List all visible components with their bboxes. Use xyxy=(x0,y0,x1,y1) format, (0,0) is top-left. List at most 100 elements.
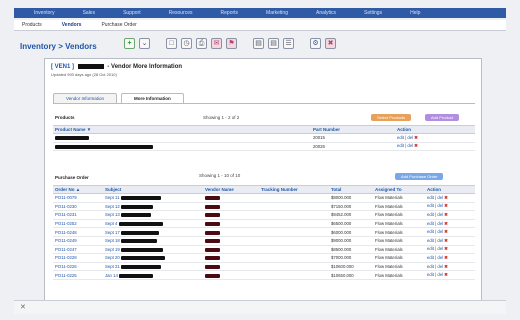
top-nav-item[interactable]: Resources xyxy=(169,10,193,16)
table-row: PO11-0230 Sept 12 $7150.000 Flow Materials… xyxy=(53,202,475,212)
delete-icon[interactable]: ✖ xyxy=(414,135,418,140)
col-total[interactable]: Total xyxy=(329,185,373,194)
delete-icon[interactable]: ✖ xyxy=(444,229,448,234)
redacted-vendor-cell xyxy=(203,253,259,263)
tracking-number xyxy=(259,236,329,246)
tab-more-information[interactable]: More Information xyxy=(121,93,184,103)
close-icon[interactable]: ✕ xyxy=(20,303,26,311)
delete-icon[interactable]: ✖ xyxy=(444,264,448,269)
module-tab-purchase-order[interactable]: Purchase Order xyxy=(101,22,136,28)
subject-cell[interactable]: Sept 20 xyxy=(103,253,203,263)
email-icon[interactable]: ✉ xyxy=(211,38,222,49)
window-icon[interactable]: □ xyxy=(166,38,177,49)
title-suffix: - Vendor More Information xyxy=(107,64,183,71)
delete-icon[interactable]: ✖ xyxy=(444,246,448,251)
order-number[interactable]: PO11-0249 xyxy=(53,236,103,246)
subject-cell[interactable]: Sept 13 xyxy=(103,210,203,220)
purchase-order-label: Purchase Order xyxy=(55,175,89,180)
purchase-order-showing: Showing 1 - 10 of 10 xyxy=(199,173,241,178)
top-nav-item[interactable]: Marketing xyxy=(266,10,288,16)
row-actions[interactable]: edit | del✖ xyxy=(425,227,475,237)
subject-cell[interactable]: Sept 18 xyxy=(103,236,203,246)
subject-cell[interactable]: Sept 11 xyxy=(103,193,203,203)
col-order-no[interactable]: Order No ▲ xyxy=(53,185,103,194)
col-product-name[interactable]: Product Name ▼ xyxy=(53,125,311,134)
subject-cell[interactable]: Sept 21 xyxy=(103,262,203,272)
delete-icon[interactable]: ✖ xyxy=(444,195,448,200)
module-tab-products[interactable]: Products xyxy=(22,22,42,28)
top-nav-item[interactable]: Sales xyxy=(83,10,96,16)
settings-icon[interactable]: ⚙ xyxy=(310,38,321,49)
row-actions[interactable]: edit | del✖ xyxy=(425,253,475,263)
add-product-button[interactable]: Add Product xyxy=(425,114,460,121)
tracking-number xyxy=(259,193,329,203)
tools-icon[interactable]: ✖ xyxy=(325,38,336,49)
row-actions[interactable]: edit | del✖ xyxy=(425,219,475,229)
row-actions[interactable]: edit | del✖ xyxy=(425,236,475,246)
top-nav-item[interactable]: Help xyxy=(410,10,420,16)
top-nav-item[interactable]: Settings xyxy=(364,10,382,16)
top-nav-item[interactable]: Reports xyxy=(221,10,239,16)
doc-icon[interactable]: ▤ xyxy=(253,38,264,49)
top-nav: Inventory Sales Support Resources Report… xyxy=(14,8,506,18)
subject-cell[interactable]: Sept 12 xyxy=(103,202,203,212)
table-row: 20026 edit | del✖ xyxy=(53,142,475,152)
tracking-number xyxy=(259,202,329,212)
select-products-button[interactable]: Select Products xyxy=(371,114,412,121)
subject-cell[interactable]: Sept 4 xyxy=(103,219,203,229)
delete-icon[interactable]: ✖ xyxy=(444,221,448,226)
top-nav-item[interactable]: Inventory xyxy=(34,10,55,16)
order-number[interactable]: PO11-0252 xyxy=(53,219,103,229)
row-actions[interactable]: edit | del✖ xyxy=(425,210,475,220)
assigned-to: Flow Materials xyxy=(373,270,425,280)
row-actions[interactable]: edit | del✖ xyxy=(425,202,475,212)
delete-icon[interactable]: ✖ xyxy=(444,212,448,217)
top-nav-item[interactable]: Support xyxy=(123,10,141,16)
row-actions[interactable]: edit | del✖ xyxy=(395,133,475,143)
order-number[interactable]: PO11-0226 xyxy=(53,262,103,272)
subject-cell[interactable]: Jan 14 xyxy=(103,270,203,280)
order-number[interactable]: PO11-0230 xyxy=(53,202,103,212)
col-vendor-name[interactable]: Vendor Name xyxy=(203,185,259,194)
breadcrumb[interactable]: Inventory > Vendors xyxy=(20,42,97,51)
row-actions[interactable]: edit | del✖ xyxy=(425,193,475,203)
row-actions[interactable]: edit | del✖ xyxy=(395,142,475,152)
table-row: PO11-0247 Sept 19 $8500.000 Flow Materials… xyxy=(53,245,475,255)
col-part-number[interactable]: Part Number xyxy=(311,125,395,134)
col-subject[interactable]: Subject xyxy=(103,185,203,194)
delete-icon[interactable]: ✖ xyxy=(414,143,418,148)
delete-icon[interactable]: ✖ xyxy=(444,203,448,208)
row-actions[interactable]: edit | del✖ xyxy=(425,270,475,280)
print-icon[interactable]: ⎙ xyxy=(196,38,207,49)
add-purchase-order-button[interactable]: Add Purchase Order xyxy=(395,173,444,180)
tracking-number xyxy=(259,219,329,229)
order-number[interactable]: PO11-0079 xyxy=(53,193,103,203)
row-actions[interactable]: edit | del✖ xyxy=(425,262,475,272)
order-number[interactable]: PO11-0225 xyxy=(53,270,103,280)
assigned-to: Flow Materials xyxy=(373,219,425,229)
row-actions[interactable]: edit | del✖ xyxy=(425,245,475,255)
delete-icon[interactable]: ✖ xyxy=(444,238,448,243)
clock-icon[interactable]: ◷ xyxy=(181,38,192,49)
tab-vendor-information[interactable]: Vendor Information xyxy=(53,93,118,103)
redacted-subject xyxy=(121,230,160,235)
delete-icon[interactable]: ✖ xyxy=(444,272,448,277)
order-number[interactable]: PO11-0247 xyxy=(53,245,103,255)
module-tab-vendors[interactable]: Vendors xyxy=(62,22,82,28)
delete-icon[interactable]: ✖ xyxy=(444,255,448,260)
list-icon[interactable]: ☰ xyxy=(283,38,294,49)
subject-cell[interactable]: Sept 19 xyxy=(103,245,203,255)
order-number[interactable]: PO11-0231 xyxy=(53,210,103,220)
redacted-subject xyxy=(121,204,154,209)
add-icon[interactable]: + xyxy=(124,38,135,49)
col-assigned-to[interactable]: Assigned To xyxy=(373,185,425,194)
chevron-icon[interactable]: ⌄ xyxy=(139,38,150,49)
order-number[interactable]: PO11-0228 xyxy=(53,253,103,263)
subject-cell[interactable]: Sept 17 xyxy=(103,227,203,237)
doc-icon[interactable]: ▤ xyxy=(268,38,279,49)
col-tracking-number[interactable]: Tracking Number xyxy=(259,185,329,194)
order-number[interactable]: PO11-0248 xyxy=(53,227,103,237)
top-nav-item[interactable]: Analytics xyxy=(316,10,336,16)
table-row: PO11-0252 Sept 4 $6500.000 Flow Materials e… xyxy=(53,219,475,229)
tag-icon[interactable]: ⚑ xyxy=(226,38,237,49)
